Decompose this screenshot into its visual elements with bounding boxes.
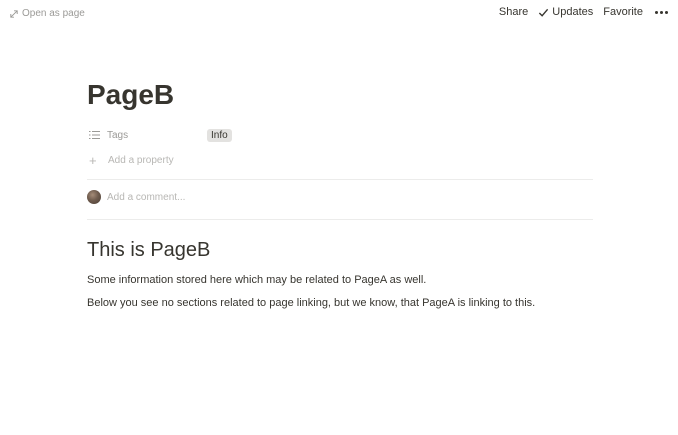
top-actions: Share Updates Favorite: [499, 6, 668, 18]
updates-button[interactable]: Updates: [538, 6, 593, 18]
add-property-label: Add a property: [108, 155, 174, 166]
more-options-icon[interactable]: [653, 10, 668, 14]
paragraph[interactable]: Some information stored here which may b…: [87, 274, 426, 286]
check-icon: [539, 8, 549, 17]
divider: [87, 179, 593, 180]
tag-badge[interactable]: Info: [207, 128, 232, 142]
add-property-button[interactable]: + Add a property: [87, 152, 174, 168]
expand-arrow-icon: [10, 9, 18, 18]
open-as-page-button[interactable]: Open as page: [10, 8, 85, 19]
paragraph[interactable]: Below you see no sections related to pag…: [87, 297, 535, 309]
property-name[interactable]: Tags: [87, 130, 207, 141]
share-button[interactable]: Share: [499, 6, 528, 18]
open-as-page-label: Open as page: [22, 8, 85, 19]
favorite-button[interactable]: Favorite: [603, 6, 643, 18]
comment-placeholder: Add a comment...: [107, 191, 186, 203]
page-title[interactable]: PageB: [87, 78, 593, 112]
avatar: [87, 190, 101, 204]
property-name-label: Tags: [107, 129, 129, 141]
comment-input[interactable]: Add a comment...: [87, 190, 185, 204]
divider: [87, 219, 593, 220]
plus-icon: +: [89, 152, 97, 168]
list-icon: [89, 131, 100, 139]
property-row-tags[interactable]: Tags Info: [87, 128, 593, 142]
page-content: PageB Tags Info + Add a property Add a c…: [87, 78, 593, 309]
updates-label: Updates: [552, 6, 594, 18]
top-bar: Open as page Share Updates Favorite: [0, 0, 678, 28]
content-heading[interactable]: This is PageB: [87, 239, 210, 262]
